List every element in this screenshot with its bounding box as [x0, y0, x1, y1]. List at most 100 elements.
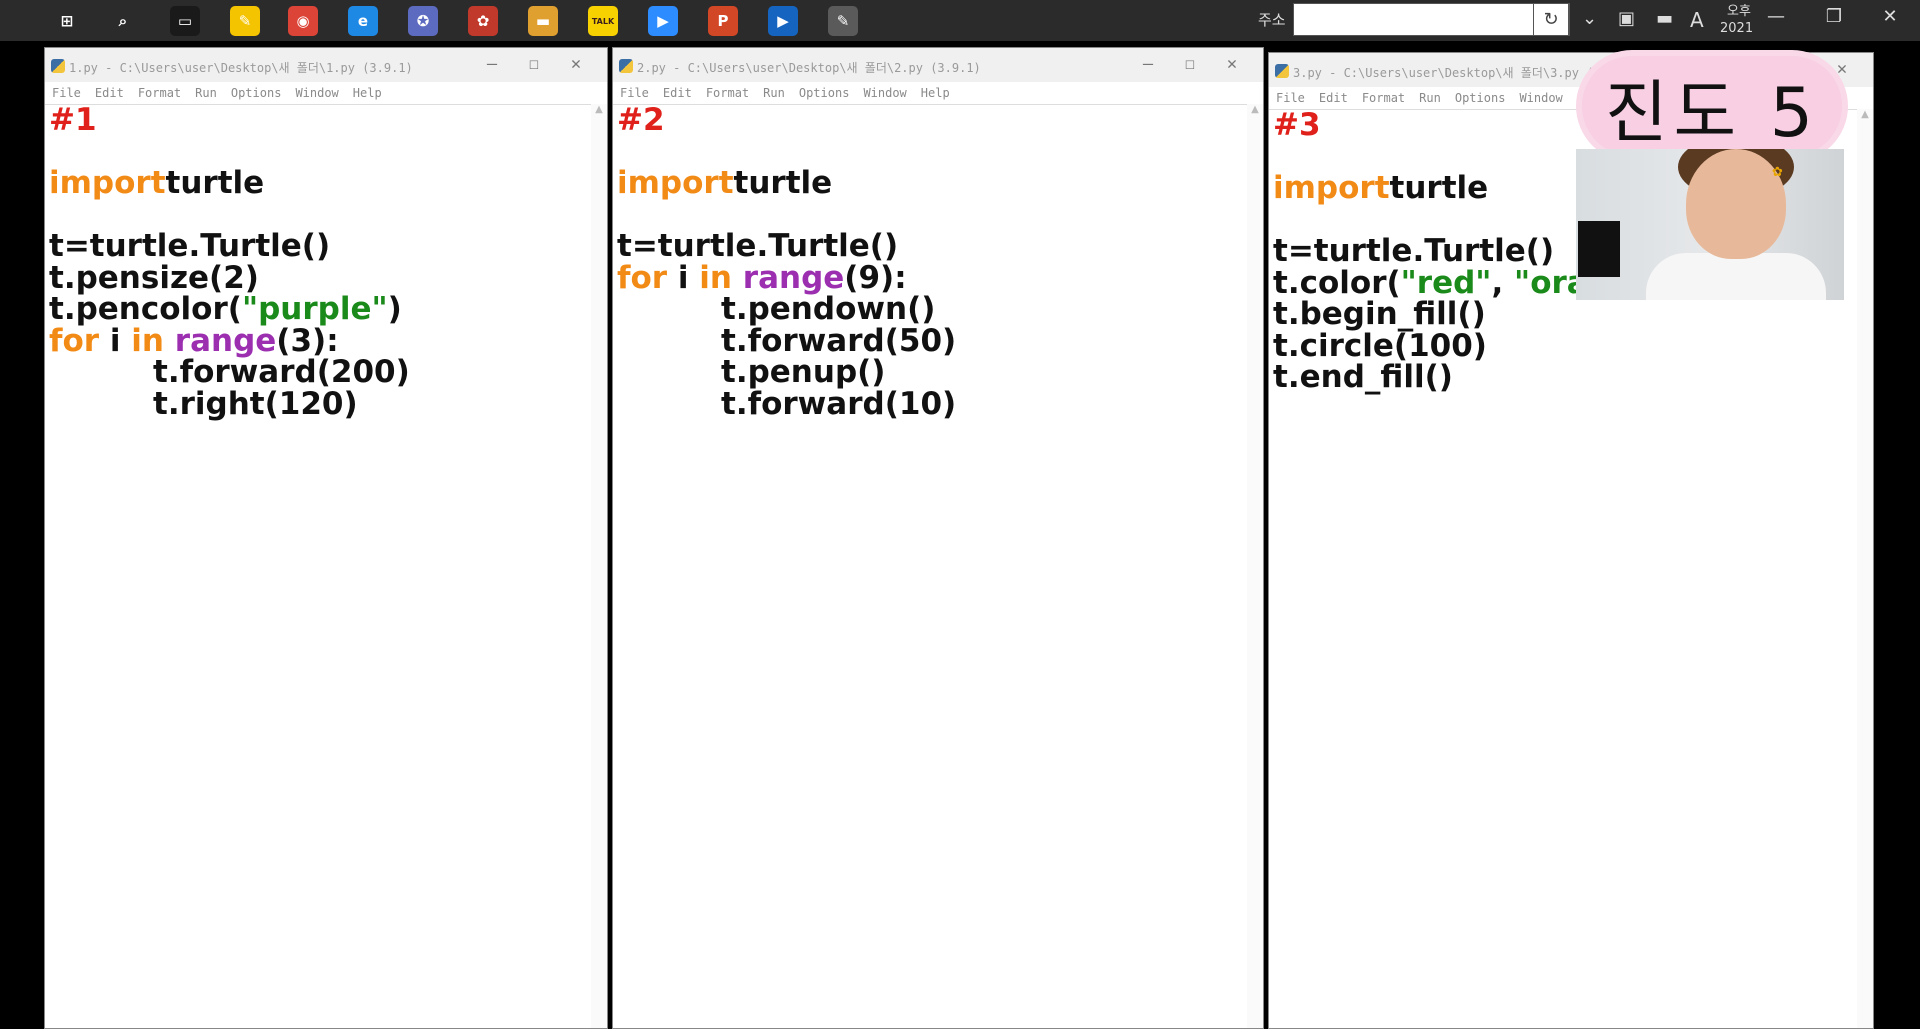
close-icon[interactable]: ✕ [1211, 54, 1253, 74]
code-token: import [617, 165, 734, 201]
scroll-up-icon[interactable]: ▲ [1247, 104, 1263, 115]
ime-icon[interactable]: A [1690, 8, 1704, 32]
menu-item-run[interactable]: Run [763, 82, 785, 104]
clock-period: 오후 [1727, 4, 1751, 19]
menu-item-help[interactable]: Help [353, 82, 382, 104]
minimize-icon[interactable]: — [1756, 6, 1796, 27]
paint-icon[interactable]: ✿ [468, 6, 498, 36]
menu-item-format[interactable]: Format [138, 82, 181, 104]
code-line[interactable]: t.begin_fill() [1273, 298, 1869, 331]
code-line[interactable] [617, 137, 1259, 169]
code-line[interactable]: for i in range(9): [617, 259, 1259, 296]
menu-item-format[interactable]: Format [706, 82, 749, 104]
menu-item-run[interactable]: Run [195, 82, 217, 104]
menu-item-options[interactable]: Options [231, 82, 282, 104]
code-line[interactable]: t.circle(100) [1273, 330, 1869, 363]
clock-year: 2021 [1720, 21, 1754, 36]
menu-item-file[interactable]: File [52, 82, 81, 104]
code-line[interactable]: #1 [49, 102, 603, 138]
code-token: import [1273, 170, 1390, 206]
code-line[interactable]: t.forward(200) [49, 356, 603, 389]
code-line[interactable] [617, 200, 1259, 232]
code-token: for [49, 322, 100, 359]
close-icon[interactable]: ✕ [1870, 6, 1910, 27]
scroll-up-icon[interactable]: ▲ [591, 104, 607, 115]
idle-window-1[interactable]: 1.py - C:\Users\user\Desktop\새 폴더\1.py (… [44, 47, 608, 1029]
code-token: ) [387, 291, 402, 327]
code-token: #1 [49, 102, 97, 138]
window-titlebar[interactable]: 1.py - C:\Users\user\Desktop\새 폴더\1.py (… [45, 48, 607, 82]
code-token: , [1491, 264, 1515, 301]
menu-item-file[interactable]: File [1276, 87, 1305, 109]
address-input[interactable] [1298, 5, 1532, 36]
internet-explorer-icon[interactable]: e [348, 6, 378, 36]
menu-item-options[interactable]: Options [1455, 87, 1506, 109]
menu-item-edit[interactable]: Edit [95, 82, 124, 104]
menu-item-help[interactable]: Help [921, 82, 950, 104]
address-bar[interactable]: ⌄ [1293, 3, 1570, 36]
window-title: 2.py - C:\Users\user\Desktop\새 폴더\2.py (… [637, 61, 981, 75]
idle-window-2[interactable]: 2.py - C:\Users\user\Desktop\새 폴더\2.py (… [612, 47, 1264, 1029]
code-line[interactable]: t.penup() [617, 356, 1259, 389]
code-line[interactable]: t.pencolor("purple") [49, 291, 603, 327]
code-line[interactable]: #2 [617, 104, 1259, 137]
code-line[interactable]: t=turtle.Turtle() [617, 230, 1259, 263]
code-line[interactable]: t.forward(10) [617, 388, 1259, 421]
zoom-icon[interactable]: ▶ [648, 6, 678, 36]
code-line[interactable]: t.pendown() [617, 293, 1259, 326]
chevron-down-icon[interactable]: ⌄ [1582, 8, 1597, 29]
chrome-icon[interactable]: ◉ [288, 6, 318, 36]
code-line[interactable] [49, 200, 603, 232]
code-line[interactable]: importturtle [617, 165, 1259, 201]
maximize-icon[interactable]: ☐ [1169, 54, 1211, 74]
refresh-icon[interactable]: ↻ [1533, 3, 1569, 36]
code-line[interactable]: t.end_fill() [1273, 361, 1869, 394]
code-line[interactable]: t.forward(50) [617, 325, 1259, 358]
code-token: i [667, 259, 700, 296]
scroll-up-icon[interactable]: ▲ [1857, 109, 1873, 120]
minimize-icon[interactable]: — [471, 54, 513, 74]
code-line[interactable]: importturtle [49, 167, 603, 200]
search-icon[interactable]: ⌕ [108, 6, 138, 36]
close-icon[interactable]: ✕ [555, 54, 597, 74]
file-explorer-icon[interactable]: ▬ [528, 6, 558, 36]
scrollbar[interactable]: ▲ [1247, 104, 1263, 1028]
maximize-icon[interactable]: ☐ [513, 54, 555, 74]
code-editor[interactable]: #2 importturtle t=turtle.Turtle() for i in … [613, 104, 1263, 421]
menu-item-run[interactable]: Run [1419, 87, 1441, 109]
kakaotalk-icon[interactable]: TALK [588, 6, 618, 36]
menu-item-edit[interactable]: Edit [1319, 87, 1348, 109]
scrollbar[interactable]: ▲ [1857, 109, 1873, 1028]
webcam-video: ✿ [1576, 149, 1844, 300]
school-icon[interactable]: ✪ [408, 6, 438, 36]
code-line[interactable]: for i in range(3): [49, 322, 603, 359]
menu-item-window[interactable]: Window [863, 82, 906, 104]
minimize-icon[interactable]: — [1127, 54, 1169, 74]
menu-item-window[interactable]: Window [1519, 87, 1562, 109]
taskbar: ⊞ ⌕ ▭ ✎ ◉ e ✪ ✿ ▬ TALK ▶ P ▶ ✎ 주소 ⌄ ↻ ⌄ ▣ ▬ A 오후 2021… [0, 0, 1920, 41]
progress-label: 진도 5 [1582, 56, 1842, 156]
code-editor[interactable]: #1 importturtle t=turtle.Turtle() t.pensize… [45, 102, 607, 421]
code-line[interactable] [49, 137, 603, 169]
terminal-icon[interactable]: ▭ [170, 6, 200, 36]
code-line[interactable]: t.pensize(2) [49, 262, 603, 295]
address-label: 주소 [1258, 11, 1286, 29]
sticky-notes-icon[interactable]: ✎ [230, 6, 260, 36]
scrollbar[interactable]: ▲ [591, 104, 607, 1028]
menu-item-edit[interactable]: Edit [663, 82, 692, 104]
menu-item-file[interactable]: File [620, 82, 649, 104]
battery-icon[interactable]: ▬ [1656, 8, 1673, 29]
start-icon[interactable]: ⊞ [52, 6, 82, 36]
restore-icon[interactable]: ❐ [1814, 6, 1854, 27]
code-line[interactable]: t.right(120) [49, 388, 603, 421]
menu-item-options[interactable]: Options [799, 82, 850, 104]
network-icon[interactable]: ▣ [1618, 8, 1635, 29]
idle-icon[interactable]: ✎ [828, 6, 858, 36]
menu-item-window[interactable]: Window [295, 82, 338, 104]
window-titlebar[interactable]: 2.py - C:\Users\user\Desktop\새 폴더\2.py (… [613, 48, 1263, 82]
code-token: turtle [1389, 170, 1489, 206]
code-line[interactable]: t=turtle.Turtle() [49, 230, 603, 263]
media-player-icon[interactable]: ▶ [768, 6, 798, 36]
powerpoint-icon[interactable]: P [708, 6, 738, 36]
menu-item-format[interactable]: Format [1362, 87, 1405, 109]
